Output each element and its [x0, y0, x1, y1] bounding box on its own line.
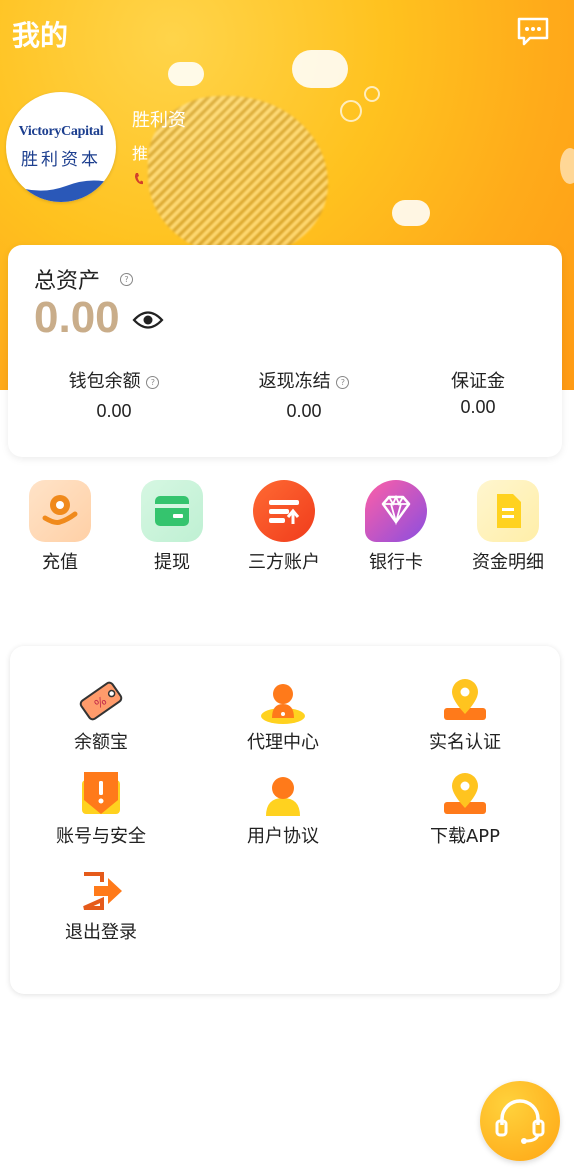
- logo-wave-icon: [6, 180, 116, 202]
- brand-logo-text: VictoryCapital: [18, 124, 104, 139]
- agent-center-icon: [258, 678, 308, 724]
- asset-card: 总资产 ? 0.00 钱包余额 ? 0.00 返现冻结 ? 0.00 保证金 0…: [8, 245, 562, 457]
- account-security-icon: [76, 772, 126, 818]
- help-icon[interactable]: ?: [120, 273, 133, 286]
- shortcut-withdraw[interactable]: 提现: [116, 480, 228, 574]
- edge-chevron-icon[interactable]: [560, 148, 574, 184]
- help-icon[interactable]: ?: [336, 375, 350, 389]
- menu-card: % 余额宝 代理中心 实名认证 账号与安全 用户协议 下载APP 退出登录: [10, 646, 560, 994]
- menu-label: 余额宝: [74, 732, 128, 753]
- menu-label: 代理中心: [247, 732, 319, 753]
- cashback-frozen-label: 返现冻结: [258, 371, 331, 392]
- user-name: 胜利资: [132, 110, 186, 131]
- help-icon[interactable]: ?: [146, 375, 160, 389]
- shortcut-label: 资金明细: [472, 552, 544, 573]
- bubble-decoration: [340, 100, 362, 122]
- menu-label: 账号与安全: [56, 826, 146, 847]
- menu-item-download-app[interactable]: 下载APP: [390, 772, 540, 848]
- cashback-frozen: 返现冻结 ? 0.00: [234, 367, 374, 422]
- menu-item-agent-center[interactable]: 代理中心: [208, 678, 358, 754]
- phone-icon: [135, 173, 143, 185]
- message-button[interactable]: [516, 16, 550, 46]
- deposit-value: 0.00: [460, 397, 496, 417]
- bubble-decoration: [364, 86, 380, 102]
- user-subtitle: 推: [132, 144, 149, 163]
- cashback-frozen-value: 0.00: [286, 401, 322, 421]
- shortcut-third-party-account[interactable]: 三方账户: [228, 480, 340, 574]
- total-assets-value: 0.00: [34, 293, 120, 342]
- bank-card-icon: [365, 480, 427, 542]
- shortcut-label: 三方账户: [248, 552, 320, 573]
- balance-treasure-icon: %: [76, 678, 126, 724]
- total-assets-label: 总资产: [34, 269, 101, 294]
- shortcut-label: 银行卡: [369, 552, 423, 573]
- recharge-icon: [29, 480, 91, 542]
- wallet-balance: 钱包余额 ? 0.00: [44, 367, 184, 422]
- cloud-decoration: [292, 50, 348, 88]
- menu-label: 实名认证: [429, 732, 501, 753]
- menu-item-account-security[interactable]: 账号与安全: [26, 772, 176, 848]
- cloud-decoration: [168, 62, 204, 86]
- logout-icon: [76, 868, 126, 914]
- menu-item-user-agreement[interactable]: 用户协议: [208, 772, 358, 848]
- real-name-auth-icon: [440, 678, 490, 724]
- deposit-label: 保证金: [451, 371, 505, 392]
- page-title: 我的: [12, 19, 69, 52]
- wallet-balance-value: 0.00: [96, 401, 132, 421]
- withdraw-icon: [141, 480, 203, 542]
- shortcut-fund-details[interactable]: 资金明细: [452, 480, 564, 574]
- shortcut-bank-card[interactable]: 银行卡: [340, 480, 452, 574]
- cloud-decoration: [392, 200, 430, 226]
- customer-support-button[interactable]: [480, 1081, 560, 1161]
- wallet-balance-label: 钱包余额: [68, 371, 141, 392]
- menu-label: 用户协议: [247, 826, 319, 847]
- third-party-account-icon: [253, 480, 315, 542]
- shortcut-recharge[interactable]: 充值: [4, 480, 116, 574]
- shortcut-label: 提现: [154, 552, 190, 573]
- headset-icon: [495, 1099, 545, 1144]
- eye-icon[interactable]: [132, 309, 164, 331]
- menu-item-logout[interactable]: 退出登录: [26, 868, 176, 944]
- shortcut-label: 充值: [42, 552, 78, 573]
- message-icon: [517, 17, 549, 46]
- menu-label: 退出登录: [65, 922, 137, 943]
- fund-details-icon: [477, 480, 539, 542]
- menu-item-real-name-auth[interactable]: 实名认证: [390, 678, 540, 754]
- deposit: 保证金 0.00: [428, 367, 528, 418]
- avatar[interactable]: VictoryCapital 胜利资本: [6, 92, 116, 202]
- menu-label: 下载APP: [429, 826, 501, 847]
- menu-item-balance-treasure[interactable]: % 余额宝: [26, 678, 176, 754]
- user-agreement-icon: [258, 772, 308, 818]
- download-app-icon: [440, 772, 490, 818]
